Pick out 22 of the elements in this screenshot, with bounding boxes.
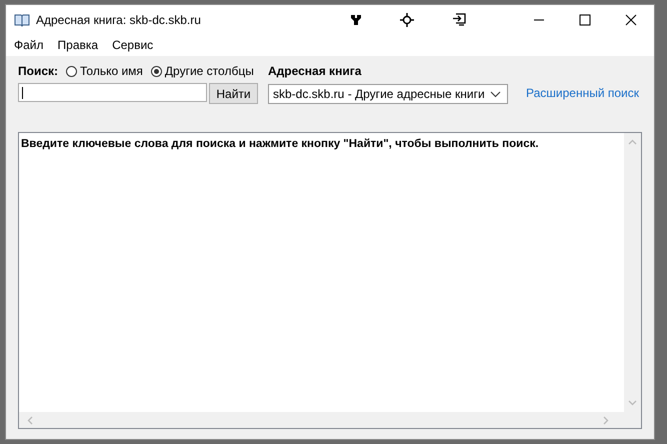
radio-button[interactable] (150, 66, 162, 76)
address-book-label: Адресная книга (268, 64, 362, 78)
pin-icon[interactable] (350, 14, 362, 26)
menu-item[interactable]: Сервис (112, 38, 154, 52)
menu-item[interactable]: Файл (14, 38, 44, 52)
menu-item[interactable]: Правка (58, 38, 98, 52)
radio-button[interactable] (66, 66, 78, 76)
chevron-down-icon (490, 90, 501, 98)
radio-label[interactable]: Только имя (80, 64, 143, 78)
search-field[interactable] (18, 83, 207, 102)
search-label: Поиск: (18, 64, 58, 78)
maximize-icon[interactable] (579, 14, 591, 26)
find-button[interactable]: Найти (209, 83, 258, 104)
book-icon (14, 12, 30, 26)
address-book-dropdown[interactable]: skb-dc.skb.ru - Другие адресные книги (268, 84, 508, 104)
close-icon[interactable] (625, 14, 637, 26)
sign-in-icon[interactable] (452, 13, 466, 26)
advanced-search-link[interactable]: Расширенный поиск (526, 86, 639, 100)
radio-label[interactable]: Другие столбцы (164, 64, 254, 78)
crosshair-icon[interactable] (400, 12, 414, 26)
window-title: Адресная книга: skb-dc.skb.ru (36, 12, 201, 26)
results-message: Введите ключевые слова для поиска и нажмите кнопку "Найти", чтобы выполнить поиск. (21, 138, 539, 150)
